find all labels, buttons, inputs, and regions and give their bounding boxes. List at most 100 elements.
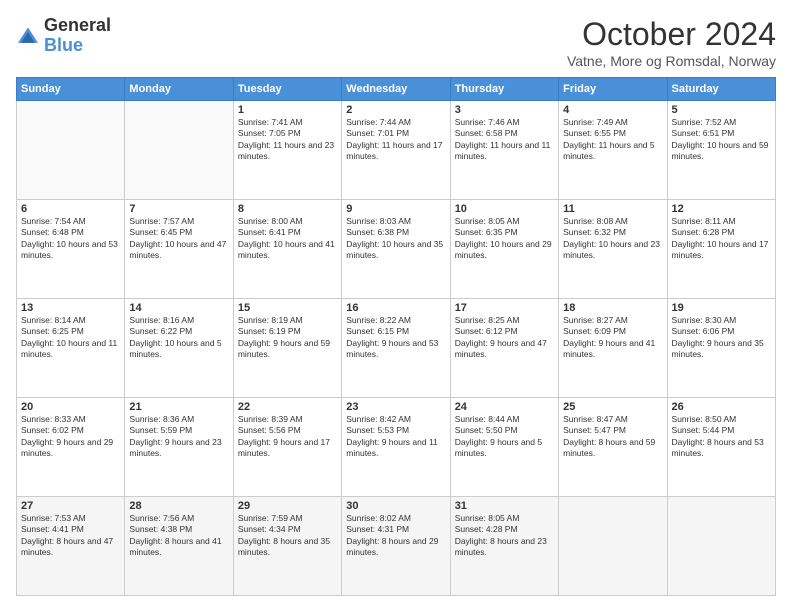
day-info: Sunrise: 8:02 AM Sunset: 4:31 PM Dayligh…: [346, 513, 445, 559]
calendar-cell: 11Sunrise: 8:08 AM Sunset: 6:32 PM Dayli…: [559, 200, 667, 299]
day-info: Sunrise: 7:44 AM Sunset: 7:01 PM Dayligh…: [346, 117, 445, 163]
calendar-week-1: 1Sunrise: 7:41 AM Sunset: 7:05 PM Daylig…: [17, 101, 776, 200]
day-info: Sunrise: 7:49 AM Sunset: 6:55 PM Dayligh…: [563, 117, 662, 163]
day-number: 14: [129, 302, 228, 314]
day-number: 12: [672, 203, 771, 215]
day-number: 13: [21, 302, 120, 314]
calendar-cell: 15Sunrise: 8:19 AM Sunset: 6:19 PM Dayli…: [233, 299, 341, 398]
calendar-cell: 19Sunrise: 8:30 AM Sunset: 6:06 PM Dayli…: [667, 299, 775, 398]
col-header-thursday: Thursday: [450, 78, 558, 101]
day-info: Sunrise: 7:59 AM Sunset: 4:34 PM Dayligh…: [238, 513, 337, 559]
calendar-week-4: 20Sunrise: 8:33 AM Sunset: 6:02 PM Dayli…: [17, 398, 776, 497]
day-info: Sunrise: 8:27 AM Sunset: 6:09 PM Dayligh…: [563, 315, 662, 361]
logo-text: General Blue: [44, 16, 111, 56]
page: General Blue October 2024 Vatne, More og…: [0, 0, 792, 612]
day-info: Sunrise: 8:39 AM Sunset: 5:56 PM Dayligh…: [238, 414, 337, 460]
day-info: Sunrise: 8:19 AM Sunset: 6:19 PM Dayligh…: [238, 315, 337, 361]
calendar-cell: 25Sunrise: 8:47 AM Sunset: 5:47 PM Dayli…: [559, 398, 667, 497]
day-info: Sunrise: 8:25 AM Sunset: 6:12 PM Dayligh…: [455, 315, 554, 361]
calendar-table: SundayMondayTuesdayWednesdayThursdayFrid…: [16, 77, 776, 596]
calendar-week-3: 13Sunrise: 8:14 AM Sunset: 6:25 PM Dayli…: [17, 299, 776, 398]
day-number: 31: [455, 500, 554, 512]
calendar-cell: 14Sunrise: 8:16 AM Sunset: 6:22 PM Dayli…: [125, 299, 233, 398]
calendar-cell: 10Sunrise: 8:05 AM Sunset: 6:35 PM Dayli…: [450, 200, 558, 299]
day-info: Sunrise: 8:50 AM Sunset: 5:44 PM Dayligh…: [672, 414, 771, 460]
day-number: 8: [238, 203, 337, 215]
calendar-cell: 26Sunrise: 8:50 AM Sunset: 5:44 PM Dayli…: [667, 398, 775, 497]
calendar-cell: 29Sunrise: 7:59 AM Sunset: 4:34 PM Dayli…: [233, 497, 341, 596]
calendar-cell: [559, 497, 667, 596]
day-number: 18: [563, 302, 662, 314]
calendar-cell: 27Sunrise: 7:53 AM Sunset: 4:41 PM Dayli…: [17, 497, 125, 596]
calendar-cell: 22Sunrise: 8:39 AM Sunset: 5:56 PM Dayli…: [233, 398, 341, 497]
calendar-header-row: SundayMondayTuesdayWednesdayThursdayFrid…: [17, 78, 776, 101]
day-info: Sunrise: 8:33 AM Sunset: 6:02 PM Dayligh…: [21, 414, 120, 460]
day-info: Sunrise: 8:44 AM Sunset: 5:50 PM Dayligh…: [455, 414, 554, 460]
day-number: 25: [563, 401, 662, 413]
logo: General Blue: [16, 16, 111, 56]
day-info: Sunrise: 7:56 AM Sunset: 4:38 PM Dayligh…: [129, 513, 228, 559]
day-number: 10: [455, 203, 554, 215]
day-info: Sunrise: 8:05 AM Sunset: 4:28 PM Dayligh…: [455, 513, 554, 559]
title-block: October 2024 Vatne, More og Romsdal, Nor…: [567, 16, 776, 69]
calendar-cell: 3Sunrise: 7:46 AM Sunset: 6:58 PM Daylig…: [450, 101, 558, 200]
logo-line1: General: [44, 16, 111, 36]
day-info: Sunrise: 8:00 AM Sunset: 6:41 PM Dayligh…: [238, 216, 337, 262]
day-number: 16: [346, 302, 445, 314]
calendar-cell: [17, 101, 125, 200]
day-info: Sunrise: 8:14 AM Sunset: 6:25 PM Dayligh…: [21, 315, 120, 361]
day-number: 26: [672, 401, 771, 413]
calendar-week-5: 27Sunrise: 7:53 AM Sunset: 4:41 PM Dayli…: [17, 497, 776, 596]
col-header-monday: Monday: [125, 78, 233, 101]
day-number: 28: [129, 500, 228, 512]
calendar-cell: 30Sunrise: 8:02 AM Sunset: 4:31 PM Dayli…: [342, 497, 450, 596]
calendar-cell: 4Sunrise: 7:49 AM Sunset: 6:55 PM Daylig…: [559, 101, 667, 200]
day-info: Sunrise: 8:30 AM Sunset: 6:06 PM Dayligh…: [672, 315, 771, 361]
logo-icon: [16, 26, 40, 46]
calendar-cell: 23Sunrise: 8:42 AM Sunset: 5:53 PM Dayli…: [342, 398, 450, 497]
calendar-week-2: 6Sunrise: 7:54 AM Sunset: 6:48 PM Daylig…: [17, 200, 776, 299]
calendar-cell: 9Sunrise: 8:03 AM Sunset: 6:38 PM Daylig…: [342, 200, 450, 299]
calendar-cell: 17Sunrise: 8:25 AM Sunset: 6:12 PM Dayli…: [450, 299, 558, 398]
col-header-wednesday: Wednesday: [342, 78, 450, 101]
day-number: 6: [21, 203, 120, 215]
day-number: 22: [238, 401, 337, 413]
day-info: Sunrise: 7:46 AM Sunset: 6:58 PM Dayligh…: [455, 117, 554, 163]
calendar-cell: 5Sunrise: 7:52 AM Sunset: 6:51 PM Daylig…: [667, 101, 775, 200]
day-number: 23: [346, 401, 445, 413]
day-number: 2: [346, 104, 445, 116]
month-title: October 2024: [567, 16, 776, 53]
day-number: 15: [238, 302, 337, 314]
calendar-cell: 12Sunrise: 8:11 AM Sunset: 6:28 PM Dayli…: [667, 200, 775, 299]
calendar-cell: 2Sunrise: 7:44 AM Sunset: 7:01 PM Daylig…: [342, 101, 450, 200]
col-header-friday: Friday: [559, 78, 667, 101]
day-number: 21: [129, 401, 228, 413]
day-info: Sunrise: 8:22 AM Sunset: 6:15 PM Dayligh…: [346, 315, 445, 361]
day-number: 9: [346, 203, 445, 215]
calendar-cell: 28Sunrise: 7:56 AM Sunset: 4:38 PM Dayli…: [125, 497, 233, 596]
day-info: Sunrise: 8:42 AM Sunset: 5:53 PM Dayligh…: [346, 414, 445, 460]
day-info: Sunrise: 7:57 AM Sunset: 6:45 PM Dayligh…: [129, 216, 228, 262]
day-number: 4: [563, 104, 662, 116]
day-number: 20: [21, 401, 120, 413]
calendar-cell: 16Sunrise: 8:22 AM Sunset: 6:15 PM Dayli…: [342, 299, 450, 398]
calendar-cell: 7Sunrise: 7:57 AM Sunset: 6:45 PM Daylig…: [125, 200, 233, 299]
day-number: 30: [346, 500, 445, 512]
calendar-cell: 13Sunrise: 8:14 AM Sunset: 6:25 PM Dayli…: [17, 299, 125, 398]
calendar-cell: 18Sunrise: 8:27 AM Sunset: 6:09 PM Dayli…: [559, 299, 667, 398]
calendar-cell: [667, 497, 775, 596]
col-header-tuesday: Tuesday: [233, 78, 341, 101]
day-number: 19: [672, 302, 771, 314]
calendar-cell: 21Sunrise: 8:36 AM Sunset: 5:59 PM Dayli…: [125, 398, 233, 497]
location-subtitle: Vatne, More og Romsdal, Norway: [567, 53, 776, 69]
day-number: 7: [129, 203, 228, 215]
calendar-cell: [125, 101, 233, 200]
calendar-cell: 20Sunrise: 8:33 AM Sunset: 6:02 PM Dayli…: [17, 398, 125, 497]
day-info: Sunrise: 8:36 AM Sunset: 5:59 PM Dayligh…: [129, 414, 228, 460]
day-info: Sunrise: 7:41 AM Sunset: 7:05 PM Dayligh…: [238, 117, 337, 163]
day-info: Sunrise: 7:54 AM Sunset: 6:48 PM Dayligh…: [21, 216, 120, 262]
day-info: Sunrise: 8:16 AM Sunset: 6:22 PM Dayligh…: [129, 315, 228, 361]
day-number: 1: [238, 104, 337, 116]
day-info: Sunrise: 8:08 AM Sunset: 6:32 PM Dayligh…: [563, 216, 662, 262]
logo-line2: Blue: [44, 36, 111, 56]
